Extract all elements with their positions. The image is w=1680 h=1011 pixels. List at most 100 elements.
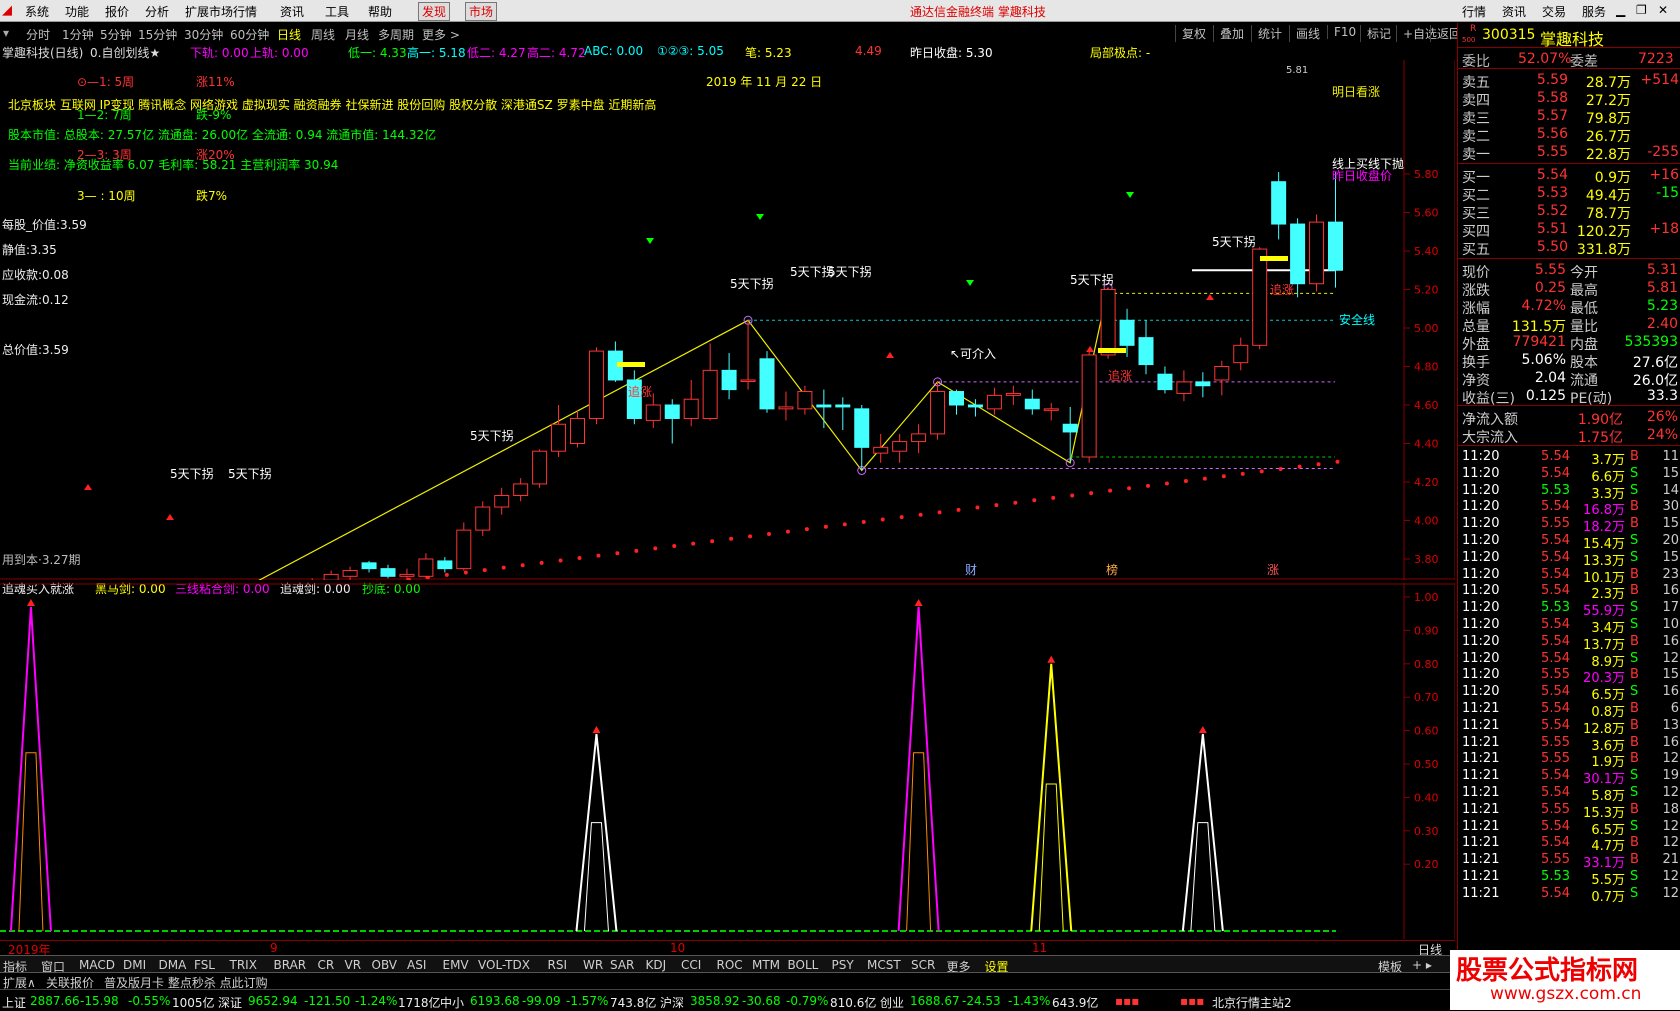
- tab-mtm[interactable]: MTM: [752, 958, 780, 972]
- menu-analysis[interactable]: 分析: [145, 3, 169, 20]
- tab-vr[interactable]: VR: [345, 958, 362, 972]
- menu-info[interactable]: 资讯: [280, 3, 304, 20]
- adjust-button[interactable]: 复权: [1175, 25, 1206, 42]
- flow-row: 净流入额 1.90亿 26%: [1458, 408, 1680, 428]
- tomorrow-up-label: 明日看涨: [1332, 84, 1380, 99]
- period-monthly[interactable]: 月线: [345, 26, 369, 43]
- cy-label[interactable]: 创业: [880, 994, 904, 1011]
- mark-button[interactable]: 标记: [1360, 25, 1391, 42]
- tick-side: S: [1630, 650, 1639, 666]
- minimize-icon[interactable]: ▁: [1616, 3, 1625, 17]
- tab-wr[interactable]: WR: [583, 958, 603, 972]
- tab-trix[interactable]: TRIX: [230, 958, 257, 972]
- tab-dmi[interactable]: DMI: [123, 958, 146, 972]
- five-day-turn-label: 5天下拐: [1212, 234, 1256, 249]
- add-tab-icon[interactable]: + ▸: [1412, 958, 1432, 972]
- signal-icon: ▪▪▪: [1115, 994, 1140, 1008]
- tick-price: 5.54: [1541, 566, 1570, 582]
- signal-inner: [1038, 783, 1064, 932]
- period-1min[interactable]: 1分钟: [62, 26, 94, 43]
- menu-tools[interactable]: 工具: [325, 3, 349, 20]
- tick-time: 11:21: [1462, 869, 1500, 884]
- sub-indicator-chart[interactable]: 1.00 0.90 0.80 0.70 0.60 0.50 0.40 0.30 0.20: [0, 583, 1455, 939]
- tab-cci[interactable]: CCI: [681, 958, 701, 972]
- menu-quote[interactable]: 报价: [105, 3, 129, 20]
- tab-scr[interactable]: SCR: [911, 958, 935, 972]
- dropdown-icon[interactable]: ▾: [3, 26, 9, 40]
- period-60min[interactable]: 60分钟: [230, 26, 269, 43]
- tick-row: 11:20 5.54 16.8万 B 30: [1458, 498, 1680, 518]
- tab-mcst[interactable]: MCST: [867, 958, 901, 972]
- ask-volume: 22.8万: [1585, 147, 1631, 163]
- signal-spike: [1181, 733, 1224, 932]
- sh-label[interactable]: 上证: [2, 994, 26, 1011]
- period-15min[interactable]: 15分钟: [138, 26, 177, 43]
- tick-price: 5.54: [1541, 785, 1570, 800]
- menu-right-quote[interactable]: 行情: [1462, 3, 1486, 20]
- tab-sar[interactable]: SAR: [610, 958, 634, 972]
- tab-asi[interactable]: ASI: [407, 958, 426, 972]
- candle-body: [911, 433, 927, 443]
- tab-obv[interactable]: OBV: [372, 958, 398, 972]
- candle-body: [854, 408, 870, 448]
- tick-count: 21: [1662, 852, 1679, 868]
- menu-right-trade[interactable]: 交易: [1542, 3, 1566, 20]
- period-tick[interactable]: 分时: [26, 26, 50, 43]
- date-sep: 9: [270, 941, 278, 955]
- candle-body: [513, 483, 529, 496]
- tab-macd[interactable]: MACD: [79, 958, 115, 972]
- period-more[interactable]: 更多 >: [422, 26, 460, 43]
- menu-help[interactable]: 帮助: [368, 3, 392, 20]
- zx-label[interactable]: 中小: [440, 994, 464, 1011]
- tab-cr[interactable]: CR: [318, 958, 335, 972]
- support-dot: [596, 553, 601, 558]
- menu-function[interactable]: 功能: [65, 3, 89, 20]
- hs-label[interactable]: 沪深: [660, 994, 684, 1011]
- f10-button[interactable]: F10: [1327, 25, 1356, 39]
- tab-dma[interactable]: DMA: [159, 958, 187, 972]
- date-label: 2019 年 11 月 22 日: [706, 75, 823, 89]
- price-tick-label: 4.60: [1414, 399, 1439, 412]
- draw-button[interactable]: 画线: [1289, 25, 1320, 42]
- period-weekly[interactable]: 周线: [311, 26, 335, 43]
- stats-button[interactable]: 统计: [1251, 25, 1282, 42]
- tab-emv[interactable]: EMV: [443, 958, 469, 972]
- candle-body: [342, 570, 358, 577]
- status-bar: 上证 2887.66 -15.98 -0.55% 1005亿 深证 9652.9…: [0, 989, 1680, 1010]
- bi-value: 笔: 5.23: [745, 46, 792, 60]
- tick-row: 11:21 5.54 12.8万 B 13: [1458, 717, 1680, 737]
- tab-kdj[interactable]: KDJ: [646, 958, 667, 972]
- restore-icon[interactable]: ❐: [1636, 3, 1647, 17]
- server-name[interactable]: 北京行情主站2: [1212, 994, 1292, 1011]
- menu-system[interactable]: 系统: [25, 3, 49, 20]
- overlay-button[interactable]: 叠加: [1213, 25, 1244, 42]
- candle-body: [797, 391, 813, 410]
- tick-side: S: [1630, 785, 1639, 800]
- period-daily[interactable]: 日线: [277, 26, 301, 43]
- menu-extended-market[interactable]: 扩展市场行情: [185, 3, 257, 20]
- period-30min[interactable]: 30分钟: [184, 26, 223, 43]
- bid-price: 5.54: [1536, 167, 1568, 183]
- close-icon[interactable]: ✕: [1658, 3, 1668, 17]
- tick-count: 15: [1662, 516, 1679, 532]
- tab-roc[interactable]: ROC: [717, 958, 743, 972]
- discover-button[interactable]: 发现: [418, 2, 451, 21]
- menu-right-service[interactable]: 服务: [1582, 3, 1606, 20]
- market-button[interactable]: 市场: [465, 2, 498, 21]
- candle-body: [892, 441, 908, 452]
- period-5min[interactable]: 5分钟: [100, 26, 132, 43]
- support-dot: [785, 529, 790, 534]
- tab-psy[interactable]: PSY: [832, 958, 854, 972]
- stat-value: 535393: [1624, 334, 1678, 350]
- tab-vol-tdx[interactable]: VOL-TDX: [478, 958, 530, 972]
- indicator-name[interactable]: 0.自创划线★: [90, 44, 160, 61]
- period-multi[interactable]: 多周期: [378, 26, 414, 43]
- tab-rsi[interactable]: RSI: [548, 958, 568, 972]
- stat-row: 净资 2.04 流通 26.0亿: [1458, 369, 1680, 389]
- tab-brar[interactable]: BRAR: [274, 958, 307, 972]
- sz-label[interactable]: 深证: [218, 994, 242, 1011]
- menu-right-info[interactable]: 资讯: [1502, 3, 1526, 20]
- tick-count: 12: [1662, 869, 1679, 884]
- tab-boll[interactable]: BOLL: [788, 958, 819, 972]
- tab-fsl[interactable]: FSL: [194, 958, 215, 972]
